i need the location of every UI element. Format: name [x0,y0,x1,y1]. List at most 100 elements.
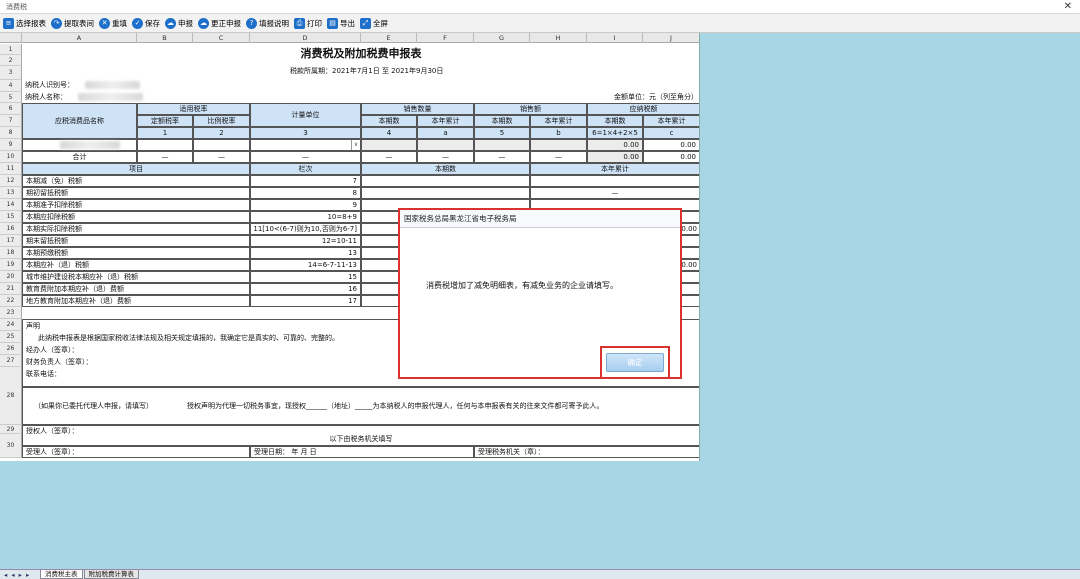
row-header[interactable]: 11 [0,163,22,175]
column-e[interactable]: E [361,33,417,43]
row-header[interactable]: 3 [0,66,22,80]
row-header[interactable]: 18 [0,247,22,259]
column-a[interactable]: A [22,33,137,43]
index-a: a [417,127,474,139]
row-header[interactable]: 4 [0,80,22,92]
index-6: 6=1×4+2×5 [587,127,643,139]
row-header[interactable]: 22 [0,295,22,307]
correct-declare-button[interactable]: ☁ 更正申报 [198,17,241,29]
row-header[interactable]: 13 [0,187,22,199]
unit-label: 金额单位：元（列至角分） [614,93,698,102]
column-d[interactable]: D [250,33,361,43]
row-header[interactable]: 27 [0,355,22,367]
redacted-item-name [60,141,120,149]
row-header[interactable]: 15 [0,211,22,223]
taxpayer-name-label: 纳税人名称： [25,93,67,102]
fullscreen-button[interactable]: ⤢ 全屏 [360,17,388,29]
row-header[interactable]: 30 [0,434,22,458]
input-amt-ytd[interactable] [530,139,587,151]
section-ytd-header: 本年累计 [530,163,699,175]
input-rate-fixed[interactable] [137,139,193,151]
header-tax-cur: 本期数 [587,115,643,127]
index-2: 2 [193,127,250,139]
row-header[interactable]: 6 [0,103,22,115]
receive-date-label: 受理日期： 年 月 日 [250,446,474,458]
column-h[interactable]: H [530,33,587,43]
row-header[interactable]: 21 [0,283,22,295]
window-titlebar: 消费税 ✕ [0,0,1080,14]
column-j[interactable]: J [643,33,699,43]
column-b[interactable]: B [137,33,193,43]
notice-dialog: 国家税务总局黑龙江省电子税务局 消费税增加了减免明细表，有减免业务的企业请填写。… [398,208,682,379]
export-button[interactable]: ▤ 导出 [327,17,355,29]
item-label: 期初留抵税额 [22,187,250,199]
row-header[interactable]: 28 [0,367,22,425]
row-header[interactable]: 14 [0,199,22,211]
header-rate-prop: 比例税率 [193,115,250,127]
row-header[interactable]: 17 [0,235,22,247]
total-dash: — [474,151,530,163]
input-qty-cur[interactable] [361,139,417,151]
total-dash: — [250,151,361,163]
item-line: 9 [250,199,361,211]
ok-button-highlight: 确定 [600,346,670,379]
index-c: c [643,127,699,139]
row-header[interactable]: 12 [0,175,22,187]
close-icon[interactable]: ✕ [1064,0,1072,14]
fill-instructions-button[interactable]: ? 填报说明 [246,17,289,29]
index-1: 1 [137,127,193,139]
input-qty-ytd[interactable] [417,139,474,151]
row-header[interactable]: 5 [0,92,22,103]
document-icon: ▤ [327,17,338,29]
row-header[interactable]: 26 [0,343,22,355]
total-dash: — [417,151,474,163]
fetch-table-button[interactable]: ↷ 提取表间 [51,17,94,29]
unit-select[interactable]: ∨ [250,139,361,151]
header-amt-ytd: 本年累计 [530,115,587,127]
row-header[interactable]: 19 [0,259,22,271]
column-g[interactable]: G [474,33,530,43]
item-label: 本期应补（退）税额 [22,259,250,271]
dialog-message: 消费税增加了减免明细表，有减免业务的企业请填写。 [426,281,618,290]
row-header[interactable]: 9 [0,139,22,151]
tab-calc[interactable]: 附加税费计算表 [83,570,139,579]
select-report-button[interactable]: ≡ 选择报表 [3,17,46,29]
ok-button[interactable]: 确定 [606,353,664,372]
row-header[interactable]: 1 [0,44,22,55]
tab-main[interactable]: 消费税主表 [40,570,83,579]
row-header[interactable]: 24 [0,319,22,331]
authorization-hint: （如果你已委托代理人申报，请填写） [34,401,153,410]
item-ytd-input[interactable] [530,175,699,187]
column-c[interactable]: C [193,33,250,43]
row-header[interactable]: 20 [0,271,22,283]
declare-button[interactable]: ☁ 申报 [165,17,193,29]
r12-ytd: — [611,188,619,197]
item-cur-input[interactable] [361,175,530,187]
row-header[interactable]: 8 [0,127,22,139]
item-line: 14=6-7-11-13 [250,259,361,271]
row-header[interactable]: 25 [0,331,22,343]
header-tax-ytd: 本年累计 [643,115,699,127]
input-rate-prop[interactable] [193,139,250,151]
row-header[interactable]: 16 [0,223,22,235]
row-header[interactable]: 23 [0,307,22,319]
item-line: 17 [250,295,361,307]
tab-nav-arrows[interactable]: ◂ ◂ ▸ ▸ [0,571,40,579]
save-button[interactable]: ✓ 保存 [132,17,160,29]
column-i[interactable]: I [587,33,643,43]
refill-button[interactable]: ✕ 重填 [99,17,127,29]
chevron-down-icon[interactable]: ∨ [351,140,360,150]
item-cur-input[interactable] [361,187,530,199]
redacted-taxpayer-name [78,93,143,101]
column-f[interactable]: F [417,33,474,43]
toolbar: ≡ 选择报表 ↷ 提取表间 ✕ 重填 ✓ 保存 ☁ 申报 ☁ 更正申报 ? 填报说明 ⎙ 打印 … [0,14,1080,33]
row-header[interactable]: 29 [0,425,22,434]
column-header: A B C D E F G H I J [0,33,699,43]
row-header[interactable]: 10 [0,151,22,163]
row-header[interactable]: 2 [0,55,22,66]
form-title: 消费税及附加税费申报表 [300,46,422,60]
total-label: 合计 [22,151,137,163]
row-header[interactable]: 7 [0,115,22,127]
print-button[interactable]: ⎙ 打印 [294,17,322,29]
input-amt-cur[interactable] [474,139,530,151]
